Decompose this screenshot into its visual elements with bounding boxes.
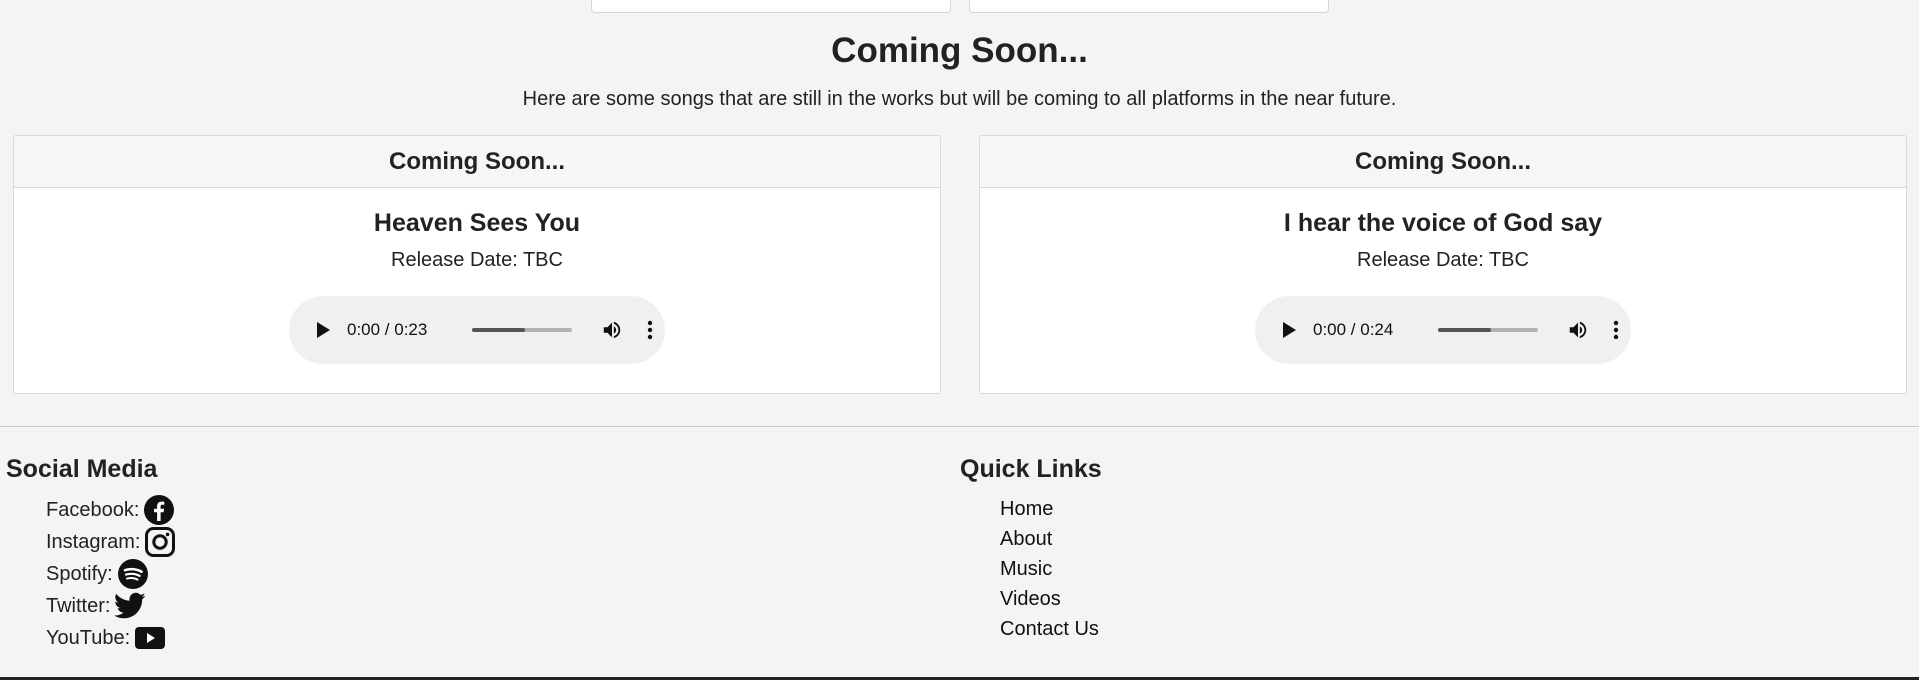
more-vert-icon[interactable] xyxy=(1606,318,1626,342)
instagram-icon[interactable] xyxy=(144,526,176,558)
social-label: Facebook: xyxy=(46,498,140,521)
seek-bar-fill xyxy=(472,328,525,332)
release-date: Release Date: TBC xyxy=(1357,249,1529,271)
previous-card-bottom xyxy=(969,0,1329,13)
audio-player[interactable]: 0:00 / 0:24 xyxy=(1255,296,1631,364)
section-description: Here are some songs that are still in th… xyxy=(522,88,1397,110)
seek-bar-fill xyxy=(1438,328,1491,332)
card-header: Coming Soon... xyxy=(980,136,1906,188)
play-icon[interactable] xyxy=(311,318,335,342)
social-media-heading: Social Media xyxy=(6,455,158,483)
song-card: Coming Soon... I hear the voice of God s… xyxy=(979,135,1907,394)
volume-icon[interactable] xyxy=(1566,318,1590,342)
card-header: Coming Soon... xyxy=(14,136,940,188)
previous-card-bottom xyxy=(591,0,951,13)
social-item-spotify: Spotify: xyxy=(46,558,176,590)
social-item-facebook: Facebook: xyxy=(46,494,176,526)
facebook-icon[interactable] xyxy=(143,494,175,526)
seek-bar[interactable] xyxy=(472,328,572,332)
audio-player[interactable]: 0:00 / 0:23 xyxy=(289,296,665,364)
more-vert-icon[interactable] xyxy=(640,318,660,342)
social-item-instagram: Instagram: xyxy=(46,526,176,558)
time-display: 0:00 / 0:24 xyxy=(1313,320,1394,339)
seek-bar[interactable] xyxy=(1438,328,1538,332)
social-label: YouTube: xyxy=(46,626,131,649)
song-card: Coming Soon... Heaven Sees You Release D… xyxy=(13,135,941,394)
quick-link-contact[interactable]: Contact Us xyxy=(1000,618,1099,640)
social-label: Spotify: xyxy=(46,562,113,585)
song-title: I hear the voice of God say xyxy=(1283,209,1603,237)
social-item-youtube: YouTube: xyxy=(46,622,176,654)
quick-link-videos[interactable]: Videos xyxy=(1000,588,1061,610)
social-label: Instagram: xyxy=(46,530,141,553)
quick-link-home[interactable]: Home xyxy=(1000,498,1053,520)
volume-icon[interactable] xyxy=(600,318,624,342)
social-item-twitter: Twitter: xyxy=(46,590,176,622)
social-label: Twitter: xyxy=(46,594,111,617)
footer-divider xyxy=(0,426,1919,427)
quick-links-list: Home About Music Videos Contact Us xyxy=(1000,494,1099,644)
youtube-icon[interactable] xyxy=(134,626,166,650)
quick-links-heading: Quick Links xyxy=(960,455,1102,483)
release-date: Release Date: TBC xyxy=(391,249,563,271)
song-title: Heaven Sees You xyxy=(373,209,581,237)
spotify-icon[interactable] xyxy=(117,558,149,590)
time-display: 0:00 / 0:23 xyxy=(347,320,428,339)
social-media-list: Facebook: Instagram: Spotify: Twitter: Y… xyxy=(46,494,176,654)
play-icon[interactable] xyxy=(1277,318,1301,342)
quick-link-about[interactable]: About xyxy=(1000,528,1052,550)
quick-link-music[interactable]: Music xyxy=(1000,558,1052,580)
section-title: Coming Soon... xyxy=(831,31,1088,70)
twitter-icon[interactable] xyxy=(114,592,146,620)
